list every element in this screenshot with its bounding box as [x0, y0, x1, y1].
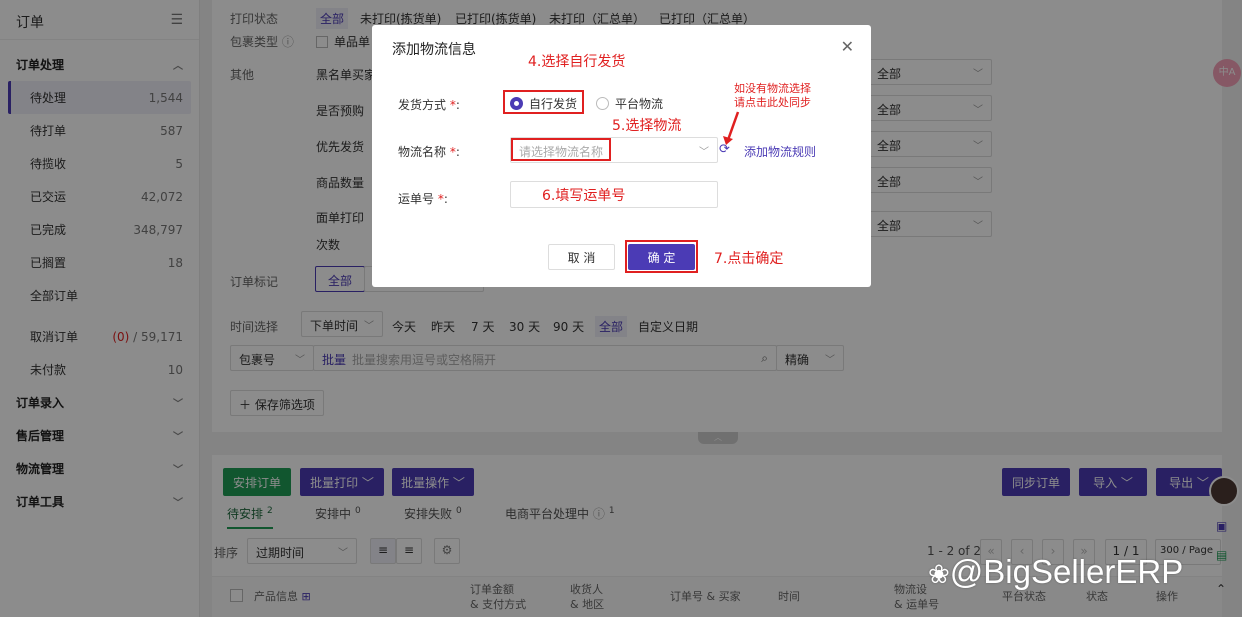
logistics-name-label: 物流名称 *: [398, 145, 460, 159]
ship-method-label: 发货方式 *: [398, 98, 460, 112]
annotation-step5: 5.选择物流 [612, 118, 682, 134]
paw-icon: ❀ [928, 559, 950, 589]
highlight-logistics-select [511, 138, 611, 161]
chevron-down-icon: ﹀ [699, 147, 709, 158]
highlight-self-ship [503, 90, 584, 114]
modal-title: 添加物流信息 [392, 42, 476, 58]
close-icon[interactable]: ✕ [841, 37, 854, 56]
annotation-step4: 4.选择自行发货 [528, 54, 626, 70]
cancel-button[interactable]: 取 消 [548, 244, 615, 270]
highlight-confirm [625, 240, 698, 273]
tracking-no-label: 运单号 *: [398, 192, 448, 206]
watermark: ❀@BigSellerERP [928, 553, 1184, 590]
annotation-hint: 如没有物流选择 请点击此处同步 [734, 82, 811, 109]
annotation-step7: 7.点击确定 [714, 251, 784, 267]
radio-unchecked-icon [596, 97, 609, 110]
annotation-step6: 6.填写运单号 [542, 188, 626, 204]
add-logistics-rule-link[interactable]: 添加物流规则 [744, 143, 816, 160]
annotation-arrow [723, 111, 740, 145]
ship-platform-radio[interactable]: 平台物流 [596, 95, 663, 112]
